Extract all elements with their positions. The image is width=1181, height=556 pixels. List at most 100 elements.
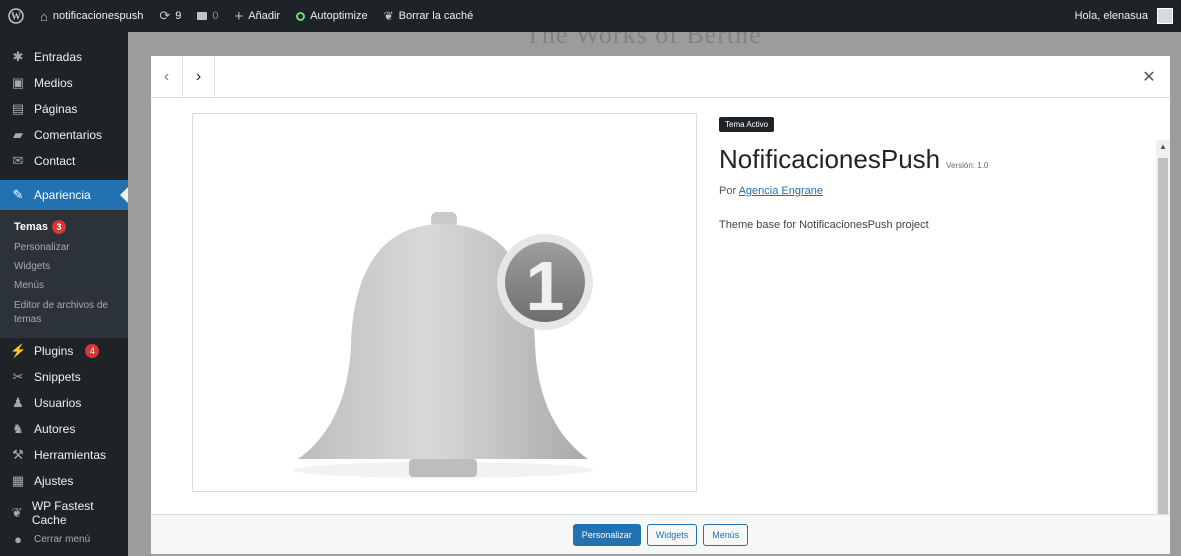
menu-item-label: Herramientas: [34, 448, 107, 462]
menu-item-cerrar-men[interactable]: ● Cerrar menú: [0, 526, 128, 552]
scrollbar-thumb[interactable]: [1158, 158, 1168, 514]
plugins-icon: ⚡: [10, 343, 27, 358]
scissors-icon: ✂: [12, 369, 24, 384]
updates-icon: ⟳: [159, 8, 171, 23]
scroll-up-arrow-icon[interactable]: ▲: [1156, 140, 1170, 154]
add-new-link[interactable]: + Añadir: [227, 0, 289, 32]
admin-bar: W ⌂ notificacionespush ⟳ 9 0 + Añadir Au…: [0, 0, 1181, 32]
widgets-button[interactable]: Widgets: [646, 523, 698, 546]
theme-details-modal: ‹ › ✕ 1 Tema Activo NofificacionesPush V…: [151, 55, 1170, 554]
users-icon: ♟: [12, 395, 24, 410]
update-badge: 3: [52, 220, 67, 234]
mail-icon: ✉: [12, 153, 24, 168]
clear-cache-label: Borrar la caché: [398, 10, 474, 22]
menu-item-label: WP Fastest Cache: [31, 499, 94, 527]
menu-item-apariencia[interactable]: ✎ Apariencia: [0, 180, 128, 210]
menu-item-label: Usuarios: [34, 396, 82, 410]
submenu-item-menus[interactable]: Menús: [0, 276, 128, 295]
comments-count: 0: [212, 10, 219, 22]
svg-text:W: W: [11, 12, 21, 23]
comments-icon: ▰: [13, 127, 23, 142]
menu-item-label: Ajustes: [34, 474, 74, 488]
comments-link[interactable]: 0: [189, 0, 226, 32]
menu-item-entradas[interactable]: ✱ Entradas: [0, 44, 128, 70]
menu-item-label: Autores: [34, 422, 76, 436]
brush-icon: ✎: [12, 187, 24, 202]
add-new-label: Añadir: [248, 10, 281, 22]
menu-item-p-ginas[interactable]: ▤ Páginas: [0, 96, 128, 122]
submenu-item-temas[interactable]: Temas 3: [0, 216, 128, 238]
submenu-item-widgets[interactable]: Widgets: [0, 257, 128, 276]
updates-count: 9: [175, 10, 182, 22]
autoptimize-label: Autoptimize: [310, 10, 368, 22]
badge-number: 1: [526, 247, 565, 325]
menu-item-medios[interactable]: ▣ Medios: [0, 70, 128, 96]
chevron-right-icon: ›: [195, 67, 202, 85]
next-theme-button[interactable]: ›: [183, 55, 215, 98]
autoptimize-link[interactable]: Autoptimize: [288, 0, 375, 32]
theme-name-heading: NofificacionesPush Versión: 1.0: [719, 144, 1139, 175]
menu-item-herramientas[interactable]: ⚒ Herramientas: [0, 442, 128, 468]
menu-item-label: Entradas: [34, 50, 83, 64]
site-name-label: notificacionespush: [52, 10, 144, 22]
customize-button[interactable]: Personalizar: [572, 523, 641, 546]
menu-item-plugins[interactable]: ⚡ Plugins 4: [0, 338, 128, 364]
author-prefix: Por: [719, 185, 737, 197]
menu-item-label: Snippets: [34, 370, 81, 384]
theme-description: Theme base for NotificacionesPush projec…: [719, 219, 929, 231]
admin-sidebar: ✱ Entradas ▣ Medios ▤ Páginas ▰ Comentarios ✉ Con…: [0, 32, 128, 556]
menu-item-comentarios[interactable]: ▰ Comentarios: [0, 122, 128, 148]
close-icon: ✕: [1142, 68, 1156, 86]
cheetah-icon: ❦: [383, 9, 394, 23]
theme-author: Por Agencia Engrane: [719, 185, 1139, 197]
wordpress-logo[interactable]: W: [0, 0, 32, 32]
close-button[interactable]: ✕: [1128, 56, 1170, 98]
avatar: [1157, 8, 1173, 24]
modal-body: 1 Tema Activo NofificacionesPush Versión:…: [151, 98, 1170, 514]
home-icon: ⌂: [40, 8, 48, 24]
plus-icon: +: [234, 7, 244, 25]
theme-version: Versión: 1.0: [946, 161, 989, 170]
menu-item-snippets[interactable]: ✂ Snippets: [0, 364, 128, 390]
active-theme-badge: Tema Activo: [719, 117, 775, 132]
pin-icon: ✱: [12, 49, 24, 64]
cheetah-icon: ❦: [11, 505, 23, 520]
modal-header: ‹ › ✕: [151, 55, 1170, 98]
menu-item-usuarios[interactable]: ♟ Usuarios: [0, 390, 128, 416]
menu-item-wp-fastest-cache[interactable]: ❦ WP Fastest Cache: [0, 499, 128, 527]
my-account-link[interactable]: Hola, elenasua: [1067, 0, 1181, 32]
authors-icon: ♞: [12, 421, 24, 436]
menu-item-ajustes[interactable]: ▦ Ajustes: [0, 468, 128, 494]
update-badge: 4: [85, 344, 100, 358]
greeting-label: Hola, elenasua: [1074, 10, 1148, 22]
menu-item-autores[interactable]: ♞ Autores: [0, 416, 128, 442]
comment-bubble-icon: [197, 12, 208, 20]
submenu-item-personalizar[interactable]: Personalizar: [0, 238, 128, 257]
theme-name: NofificacionesPush: [719, 144, 941, 174]
clear-cache-link[interactable]: ❦ Borrar la caché: [376, 0, 482, 32]
menus-button[interactable]: Menús: [703, 523, 749, 546]
theme-info: Tema Activo NofificacionesPush Versión: 1…: [719, 114, 1139, 231]
modal-scrollbar[interactable]: ▲ ▼: [1156, 140, 1170, 514]
menu-item-label: Comentarios: [34, 128, 103, 142]
tools-icon: ⚒: [12, 447, 24, 462]
wordpress-icon: W: [8, 8, 24, 24]
appearance-submenu: Temas 3 Personalizar Widgets Menús Editor…: [0, 210, 128, 338]
menu-item-label: Contact: [34, 154, 76, 168]
modal-footer: Personalizar Widgets Menús: [151, 514, 1170, 554]
menu-item-label: Páginas: [34, 102, 78, 116]
current-arrow: [120, 187, 128, 203]
pages-icon: ▤: [11, 101, 25, 116]
menu-item-label: Cerrar menú: [34, 533, 91, 545]
menu-item-label: Medios: [34, 76, 73, 90]
site-name-link[interactable]: ⌂ notificacionespush: [32, 0, 151, 32]
updates-link[interactable]: ⟳ 9: [151, 0, 189, 32]
theme-screenshot: 1: [192, 113, 697, 492]
media-icon: ▣: [11, 75, 25, 90]
collapse-icon: ●: [14, 531, 22, 547]
author-link[interactable]: Agencia Engrane: [739, 185, 823, 197]
submenu-item-editor[interactable]: Editor de archivos de temas: [0, 295, 128, 330]
previous-theme-button[interactable]: ‹: [151, 55, 183, 98]
menu-item-contact[interactable]: ✉ Contact: [0, 148, 128, 174]
bell-notification-image: 1: [293, 212, 593, 478]
